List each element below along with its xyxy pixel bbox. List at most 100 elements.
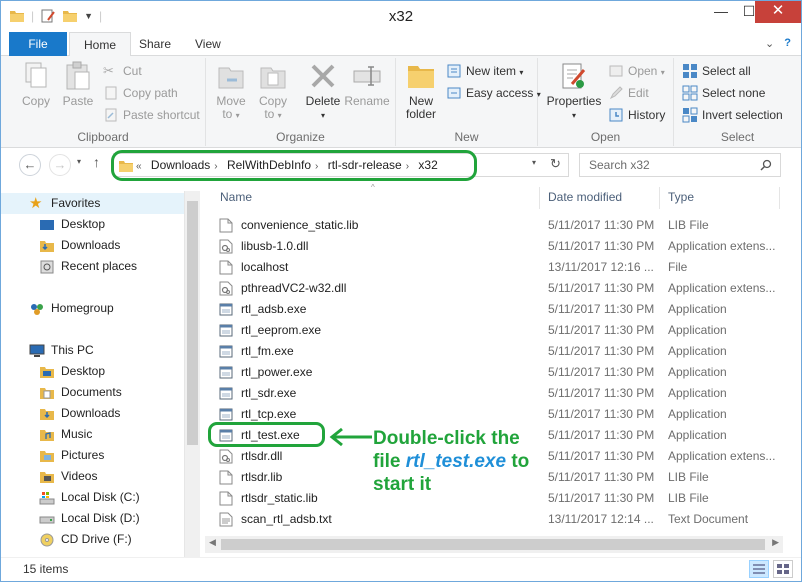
documents-folder-icon xyxy=(40,388,54,399)
open-button[interactable]: Open ▾ xyxy=(608,61,665,81)
details-view-button[interactable] xyxy=(749,560,769,578)
application-icon xyxy=(219,345,233,358)
file-name: rtl_sdr.exe xyxy=(241,386,297,400)
nav-label: Local Disk (C:) xyxy=(61,490,140,504)
copy-button[interactable]: Copy xyxy=(15,60,57,108)
file-type: Application xyxy=(668,428,727,442)
application-icon xyxy=(219,303,233,316)
downloads-folder-icon xyxy=(40,409,54,420)
file-row[interactable]: libusb-1.0.dll 5/11/2017 11:30 PM Applicat… xyxy=(213,236,785,257)
cd-drive-icon xyxy=(40,533,54,547)
file-row[interactable]: localhost 13/11/2017 12:16 ... File xyxy=(213,257,785,278)
desktop-folder-icon xyxy=(40,367,54,378)
help-icon[interactable]: ? xyxy=(784,37,791,50)
invert-selection-button[interactable]: Invert selection xyxy=(682,105,783,125)
file-date: 13/11/2017 12:16 ... xyxy=(548,260,654,274)
organize-group: Move to ▾ Copy to ▾ Delete ▾ Rename Organ… xyxy=(206,58,396,146)
delete-button[interactable]: Delete ▾ xyxy=(302,60,344,122)
refresh-icon[interactable]: ↻ xyxy=(550,156,561,172)
horizontal-scrollbar[interactable]: ◀ ▶ xyxy=(205,536,783,553)
minimize-button[interactable]: — xyxy=(707,1,735,23)
new-item-icon xyxy=(447,64,461,78)
application-icon xyxy=(219,408,233,421)
close-button[interactable]: ✕ xyxy=(755,1,801,23)
column-header-name[interactable]: Name xyxy=(220,187,252,207)
file-row[interactable]: rtl_adsb.exe 5/11/2017 11:30 PM Applicatio… xyxy=(213,299,785,320)
file-row[interactable]: scan_rtl_adsb.txt 13/11/2017 12:14 ... Tex… xyxy=(213,509,785,530)
file-name: scan_rtl_adsb.txt xyxy=(241,512,332,526)
tab-home[interactable]: Home xyxy=(69,32,132,57)
new-group: New folder New item ▾ Easy access ▾ New xyxy=(396,58,541,146)
new-folder-label: New xyxy=(408,94,433,108)
scroll-right-icon[interactable]: ▶ xyxy=(772,537,779,548)
file-row[interactable]: convenience_static.lib 5/11/2017 11:30 PM… xyxy=(213,215,785,236)
column-divider[interactable] xyxy=(779,187,780,209)
rtl-test-highlight xyxy=(208,422,325,447)
recent-places-icon xyxy=(40,260,54,274)
new-folder-button[interactable]: New folder xyxy=(400,60,442,121)
address-row: ← → ▾ ↑ « Downloads › RelWithDebInfo › rtl… xyxy=(1,149,801,183)
edit-button[interactable]: Edit xyxy=(608,83,649,103)
select-group-label: Select xyxy=(720,130,755,144)
move-to-icon xyxy=(218,67,244,89)
file-icon xyxy=(219,470,233,485)
paste-shortcut-button[interactable]: Paste shortcut xyxy=(103,105,200,125)
file-icon xyxy=(219,218,233,233)
copy-to-label: Copy xyxy=(258,94,287,108)
move-to-button[interactable]: Move to ▾ xyxy=(210,60,252,122)
copy-path-button[interactable]: Copy path xyxy=(103,83,178,103)
nav-label: Downloads xyxy=(61,406,121,420)
videos-folder-icon xyxy=(40,472,54,483)
back-button[interactable]: ← xyxy=(19,154,41,176)
easy-access-button[interactable]: Easy access ▾ xyxy=(446,83,541,103)
column-header-type[interactable]: Type xyxy=(668,187,694,207)
nav-scrollbar-thumb[interactable] xyxy=(187,201,198,445)
column-divider[interactable] xyxy=(659,187,660,209)
paste-button[interactable]: Paste xyxy=(57,60,99,108)
file-row[interactable]: rtl_sdr.exe 5/11/2017 11:30 PM Application xyxy=(213,383,785,404)
rename-button[interactable]: Rename xyxy=(344,60,390,108)
tab-file[interactable]: File xyxy=(9,32,67,56)
paste-label: Paste xyxy=(62,94,94,108)
address-dropdown-icon[interactable]: ▾ xyxy=(532,158,536,167)
nav-label: Desktop xyxy=(61,364,106,378)
file-name: rtlsdr.lib xyxy=(241,470,283,484)
column-header-date[interactable]: Date modified xyxy=(548,187,622,207)
forward-button[interactable]: → xyxy=(49,154,71,176)
file-row[interactable]: rtl_eeprom.exe 5/11/2017 11:30 PM Applicat… xyxy=(213,320,785,341)
tab-share[interactable]: Share xyxy=(125,32,185,56)
file-row[interactable]: rtl_power.exe 5/11/2017 11:30 PM Applicati… xyxy=(213,362,785,383)
file-type: Application xyxy=(668,344,727,358)
large-icons-view-button[interactable] xyxy=(773,560,793,578)
select-none-button[interactable]: Select none xyxy=(682,83,765,103)
file-type: Application extens... xyxy=(668,449,776,463)
ribbon: Copy Paste ✂ Cut Copy path Paste shortcu… xyxy=(1,56,801,148)
recent-locations-icon[interactable]: ▾ xyxy=(77,157,81,166)
scroll-left-icon[interactable]: ◀ xyxy=(209,537,216,548)
paste-icon xyxy=(66,61,90,90)
copy-to-button[interactable]: Copy to ▾ xyxy=(252,60,294,122)
history-button[interactable]: History xyxy=(608,105,665,125)
new-item-button[interactable]: New item ▾ xyxy=(446,61,523,81)
clipboard-group: Copy Paste ✂ Cut Copy path Paste shortcu… xyxy=(1,58,206,146)
edit-icon xyxy=(609,86,623,100)
minimize-ribbon-icon[interactable]: ⌄ xyxy=(765,37,774,50)
nav-scrollbar[interactable] xyxy=(184,191,200,557)
cut-label: Cut xyxy=(123,64,142,78)
nav-favorites[interactable]: ★ Favorites xyxy=(1,193,184,214)
search-input[interactable]: Search x32 xyxy=(579,153,781,177)
file-list: ^ Name Date modified Type convenience_st… xyxy=(201,183,801,557)
file-row[interactable]: rtl_fm.exe 5/11/2017 11:30 PM Application xyxy=(213,341,785,362)
up-button[interactable]: ↑ xyxy=(93,154,100,170)
cut-button[interactable]: ✂ Cut xyxy=(103,61,142,81)
column-divider[interactable] xyxy=(539,187,540,209)
file-date: 5/11/2017 11:30 PM xyxy=(548,218,655,232)
properties-button[interactable]: Properties ▾ xyxy=(544,60,604,122)
file-type: Application xyxy=(668,365,727,379)
select-all-button[interactable]: Select all xyxy=(682,61,751,81)
file-row[interactable]: pthreadVC2-w32.dll 5/11/2017 11:30 PM Appl… xyxy=(213,278,785,299)
tab-view[interactable]: View xyxy=(181,32,235,56)
view-switcher xyxy=(749,560,793,578)
horizontal-scrollbar-thumb[interactable] xyxy=(221,539,765,550)
copy-path-label: Copy path xyxy=(123,86,178,100)
